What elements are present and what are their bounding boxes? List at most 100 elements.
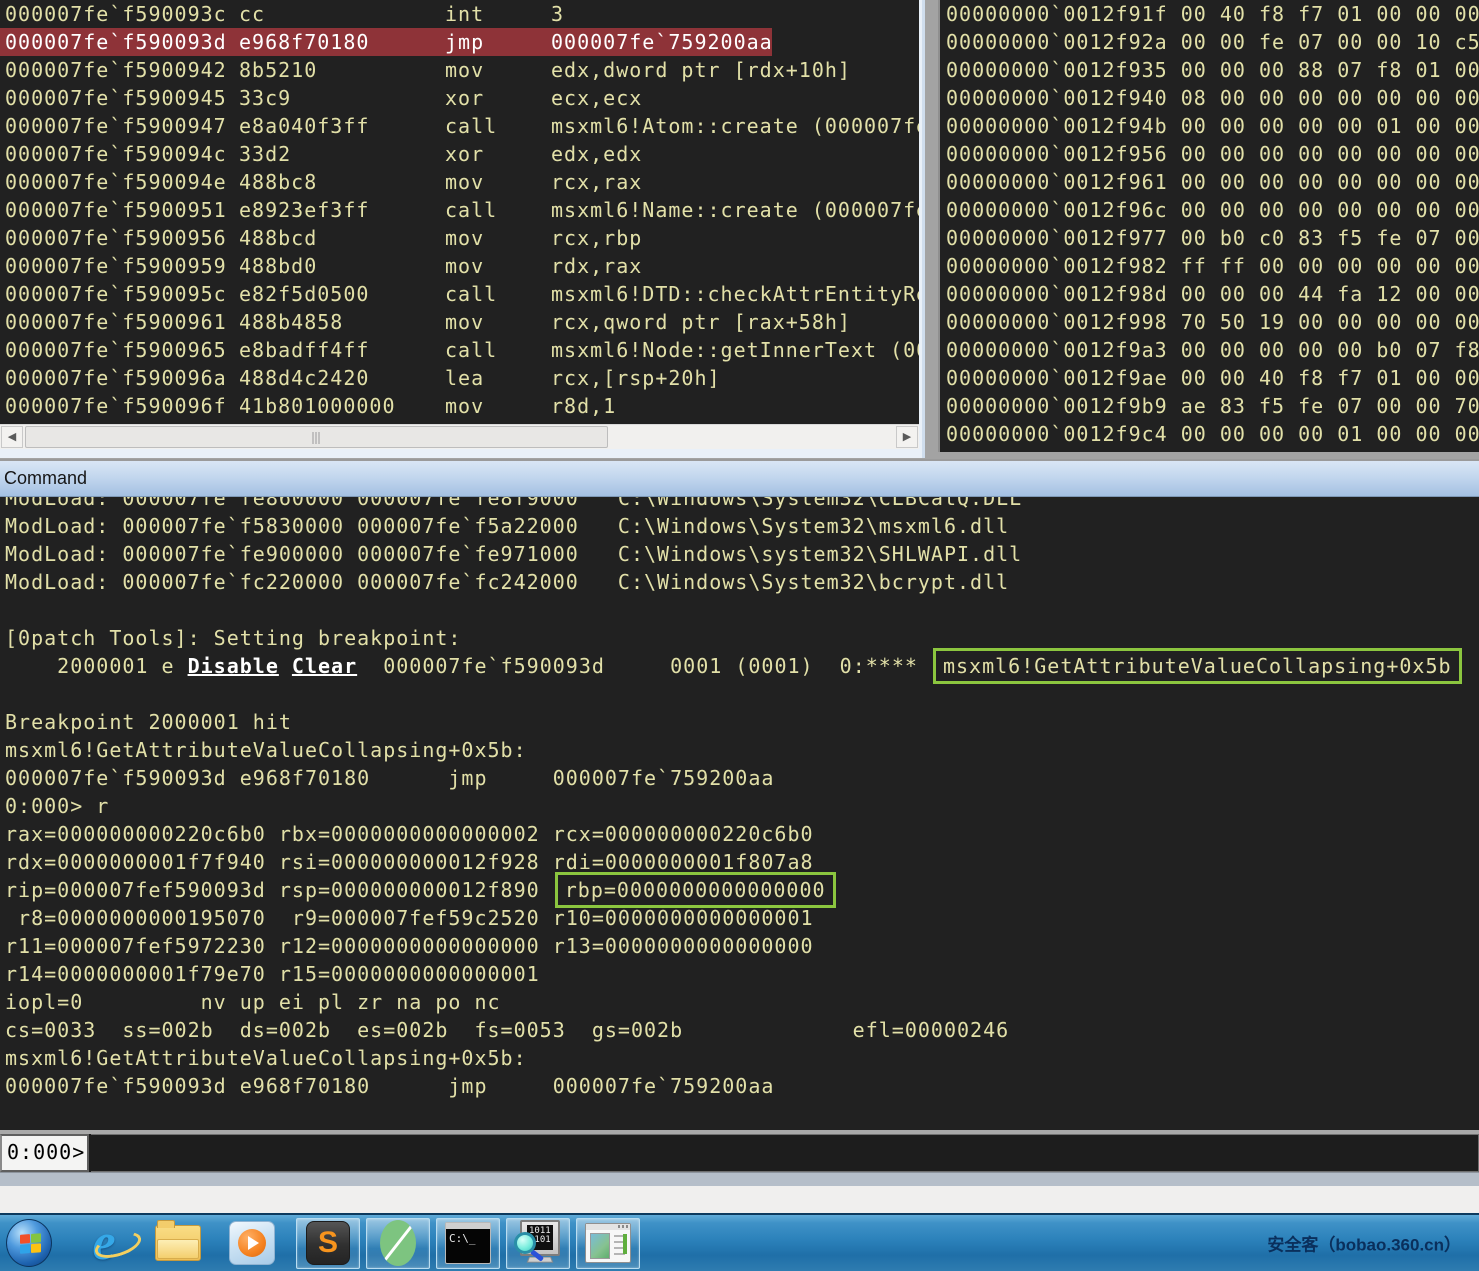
folder-icon bbox=[155, 1225, 201, 1261]
disasm-row[interactable]: 000007fe`f5900956488bcdmovrcx,rbp bbox=[0, 224, 919, 252]
taskbar-item-process-window[interactable] bbox=[576, 1218, 640, 1269]
dml-link[interactable]: Clear bbox=[292, 654, 357, 678]
memory-row: 00000000`0012f94b 00 00 00 00 00 01 00 0… bbox=[940, 112, 1479, 140]
dml-link[interactable]: Disable bbox=[188, 654, 279, 678]
disasm-addr: 000007fe`f5900945 bbox=[5, 84, 227, 112]
command-output-pane[interactable]: ModLoad: 000007fe`fe860000 000007fe`fe8f… bbox=[0, 497, 1479, 1130]
disasm-addr: 000007fe`f5900947 bbox=[5, 112, 227, 140]
memory-row: 00000000`0012f9c4 00 00 00 00 01 00 00 0… bbox=[940, 420, 1479, 448]
disasm-row[interactable]: 000007fe`f5900947e8a040f3ffcallmsxml6!At… bbox=[0, 112, 919, 140]
disasm-bytes: 488b4858 bbox=[239, 308, 343, 336]
command-window-titlebar[interactable]: Command bbox=[0, 459, 1479, 497]
scroll-right-arrow-icon[interactable]: ▶ bbox=[896, 426, 918, 448]
command-text: ModLoad: 000007fe`f5830000 000007fe`f5a2… bbox=[5, 514, 1009, 538]
disasm-bytes: cc bbox=[239, 0, 265, 28]
disasm-op: 000007fe`759200aa bbox=[551, 28, 773, 56]
disasm-mnem: mov bbox=[445, 308, 484, 336]
command-line: cs=0033 ss=002b ds=002b es=002b fs=0053 … bbox=[0, 1016, 1479, 1044]
command-text: r14=0000000001f79e70 r15=000000000000000… bbox=[5, 962, 540, 986]
disassembly-view[interactable]: 000007fe`f590093cccint3000007fe`f590093d… bbox=[0, 0, 919, 424]
command-text: msxml6!GetAttributeValueCollapsing+0x5b: bbox=[5, 738, 527, 762]
disasm-bytes: 488bcd bbox=[239, 224, 317, 252]
disasm-row[interactable]: 000007fe`f590093de968f70180jmp000007fe`7… bbox=[0, 28, 919, 56]
taskbar-item-media-player[interactable] bbox=[226, 1217, 278, 1269]
scroll-left-arrow-icon[interactable]: ◀ bbox=[1, 426, 23, 448]
command-text: ModLoad: 000007fe`fe900000 000007fe`fe97… bbox=[5, 542, 1022, 566]
disasm-row[interactable]: 000007fe`f59009428b5210movedx,dword ptr … bbox=[0, 56, 919, 84]
disasm-addr: 000007fe`f590093d bbox=[5, 28, 227, 56]
disasm-addr: 000007fe`f590096a bbox=[5, 364, 227, 392]
disasm-mnem: call bbox=[445, 336, 497, 364]
disasm-row[interactable]: 000007fe`f5900965e8badff4ffcallmsxml6!No… bbox=[0, 336, 919, 364]
0patch-agent-icon bbox=[380, 1220, 416, 1266]
command-text bbox=[279, 654, 292, 678]
disasm-op: rcx,rax bbox=[551, 168, 642, 196]
disasm-row[interactable]: 000007fe`f590094533c9xorecx,ecx bbox=[0, 84, 919, 112]
disasm-row[interactable]: 000007fe`f590095ce82f5d0500callmsxml6!DT… bbox=[0, 280, 919, 308]
command-text: 2000001 e bbox=[5, 654, 188, 678]
disasm-addr: 000007fe`f590093c bbox=[5, 0, 227, 28]
windows-start-orb-icon bbox=[6, 1219, 52, 1267]
taskbar-item-command-prompt[interactable]: C:\_ bbox=[436, 1218, 500, 1269]
disasm-row[interactable]: 000007fe`f590096a488d4c2420learcx,[rsp+2… bbox=[0, 364, 919, 392]
disasm-op: rcx,rbp bbox=[551, 224, 642, 252]
taskbar-item-internet-explorer[interactable]: e bbox=[78, 1217, 130, 1269]
start-button[interactable] bbox=[0, 1217, 52, 1269]
taskbar: e S C:\_ 1011 101 bbox=[0, 1213, 1479, 1271]
disasm-row[interactable]: 000007fe`f5900959488bd0movrdx,rax bbox=[0, 252, 919, 280]
taskbar-item-sublime-text[interactable]: S bbox=[296, 1218, 360, 1269]
command-line: ModLoad: 000007fe`fc220000 000007fe`fc24… bbox=[0, 568, 1479, 596]
command-line: iopl=0 nv up ei pl zr na po nc bbox=[0, 988, 1479, 1016]
disasm-bytes: 488bd0 bbox=[239, 252, 317, 280]
memory-row: 00000000`0012f998 70 50 19 00 00 00 00 0… bbox=[940, 308, 1479, 336]
disasm-row[interactable]: 000007fe`f590094e488bc8movrcx,rax bbox=[0, 168, 919, 196]
taskbar-item-windbg[interactable]: 1011 101 bbox=[506, 1218, 570, 1269]
command-line bbox=[0, 596, 1479, 624]
memory-row: 00000000`0012f9a3 00 00 00 00 00 b0 07 f… bbox=[940, 336, 1479, 364]
command-text: 000007fe`f590093d e968f70180 jmp 000007f… bbox=[5, 766, 774, 790]
internet-explorer-icon: e bbox=[92, 1219, 115, 1267]
scrollbar-thumb[interactable] bbox=[25, 426, 608, 448]
disasm-row[interactable]: 000007fe`f5900961488b4858movrcx,qword pt… bbox=[0, 308, 919, 336]
disasm-bytes: 8b5210 bbox=[239, 56, 317, 84]
disasm-row[interactable]: 000007fe`f5900951e8923ef3ffcallmsxml6!Na… bbox=[0, 196, 919, 224]
memory-row: 00000000`0012f935 00 00 00 88 07 f8 01 0… bbox=[940, 56, 1479, 84]
disasm-op: edx,dword ptr [rdx+10h] bbox=[551, 56, 851, 84]
disassembly-pane: 000007fe`f590093cccint3000007fe`f590093d… bbox=[0, 0, 925, 458]
disasm-bytes: e968f70180 bbox=[239, 28, 369, 56]
command-line: 2000001 e Disable Clear 000007fe`f590093… bbox=[0, 652, 1479, 680]
taskbar-item-explorer[interactable] bbox=[152, 1217, 204, 1269]
disasm-row[interactable]: 000007fe`f590093cccint3 bbox=[0, 0, 919, 28]
command-line: r14=0000000001f79e70 r15=000000000000000… bbox=[0, 960, 1479, 988]
disasm-mnem: mov bbox=[445, 168, 484, 196]
disasm-bytes: e8923ef3ff bbox=[239, 196, 369, 224]
disasm-row[interactable]: 000007fe`f590096f41b801000000movr8d,1 bbox=[0, 392, 919, 420]
highlight-box: msxml6!GetAttributeValueCollapsing+0x5b bbox=[933, 648, 1462, 684]
disasm-mnem: call bbox=[445, 112, 497, 140]
taskbar-item-0patch[interactable] bbox=[366, 1218, 430, 1269]
memory-row: 00000000`0012f96c 00 00 00 00 00 00 00 0… bbox=[940, 196, 1479, 224]
disasm-op: msxml6!Name::create (000007fe bbox=[551, 196, 919, 224]
disasm-op: 3 bbox=[551, 0, 564, 28]
disasm-addr: 000007fe`f590096f bbox=[5, 392, 227, 420]
disasm-mnem: xor bbox=[445, 140, 484, 168]
disasm-addr: 000007fe`f5900959 bbox=[5, 252, 227, 280]
disasm-op: rdx,rax bbox=[551, 252, 642, 280]
disasm-bytes: e8a040f3ff bbox=[239, 112, 369, 140]
command-input-field[interactable] bbox=[91, 1134, 1479, 1172]
command-prompt-icon: C:\_ bbox=[445, 1222, 491, 1264]
disasm-mnem: mov bbox=[445, 392, 484, 420]
memory-pane[interactable]: 00000000`0012f91f 00 40 f8 f7 01 00 00 0… bbox=[938, 0, 1479, 452]
command-text: Breakpoint 2000001 hit bbox=[5, 710, 292, 734]
disasm-mnem: call bbox=[445, 280, 497, 308]
command-line: 000007fe`f590093d e968f70180 jmp 000007f… bbox=[0, 1072, 1479, 1100]
disasm-addr: 000007fe`f590094e bbox=[5, 168, 227, 196]
disasm-row[interactable]: 000007fe`f590094c33d2xoredx,edx bbox=[0, 140, 919, 168]
command-text: rdx=0000000001f7f940 rsi=000000000012f92… bbox=[5, 850, 814, 874]
horizontal-scrollbar[interactable]: ◀ ▶ bbox=[0, 424, 919, 449]
command-line: ModLoad: 000007fe`fe860000 000007fe`fe8f… bbox=[0, 497, 1479, 512]
disasm-op: edx,edx bbox=[551, 140, 642, 168]
command-input-row: 0:000> bbox=[0, 1134, 1479, 1172]
scrollbar-grip-icon bbox=[312, 432, 321, 444]
disasm-addr: 000007fe`f5900942 bbox=[5, 56, 227, 84]
